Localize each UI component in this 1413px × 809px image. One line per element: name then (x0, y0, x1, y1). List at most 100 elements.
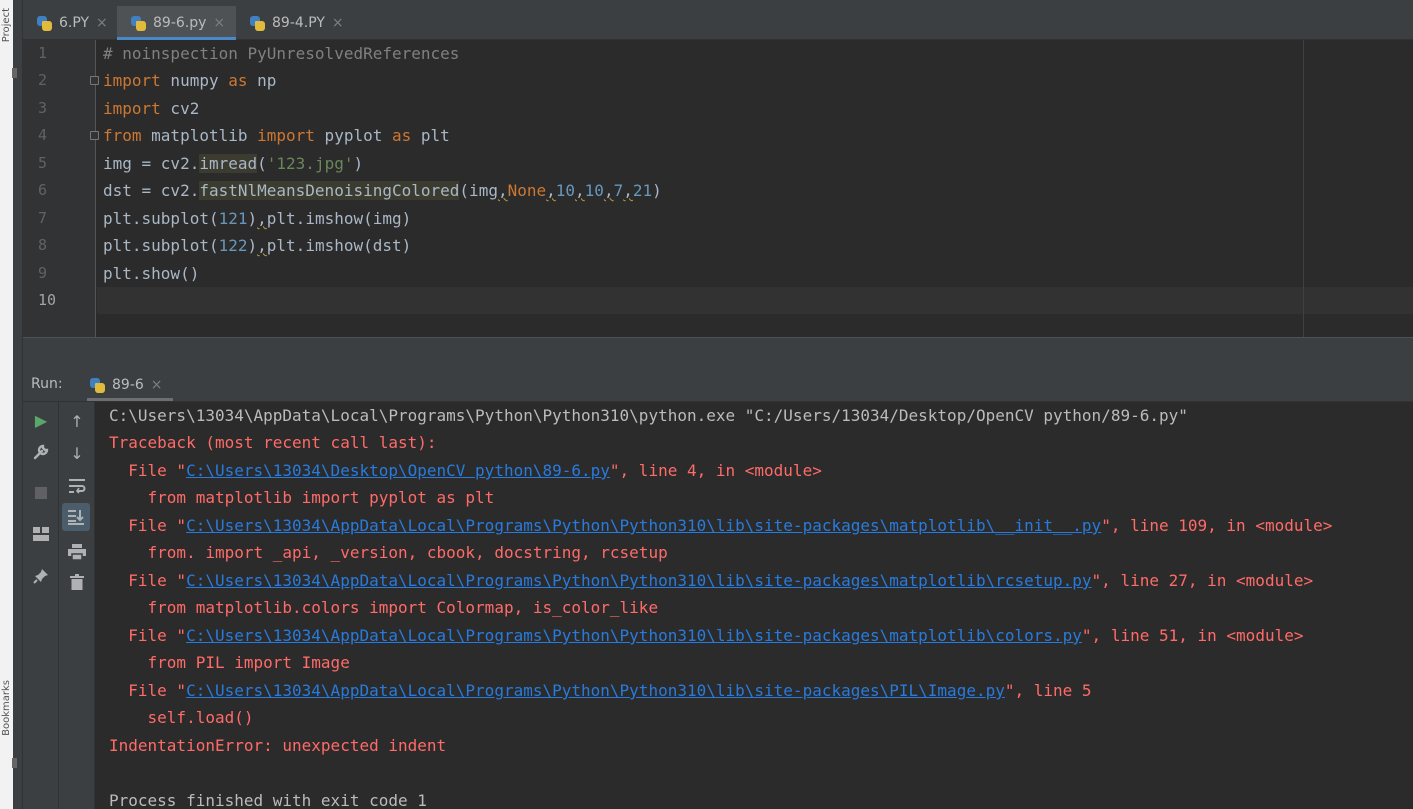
number-literal: 10 (584, 181, 604, 200)
traceback-code: from PIL import Image (109, 653, 350, 672)
run-toolbar-left: ▶ (23, 402, 59, 809)
function-name: fastNlMeansDenoisingColored (199, 181, 460, 200)
run-toolbar-right: ↑ ↓ (59, 402, 95, 809)
file-link[interactable]: C:\Users\13034\AppData\Local\Programs\Py… (186, 681, 1005, 700)
console-command-line: C:\Users\13034\AppData\Local\Programs\Py… (109, 406, 1188, 425)
number-literal: 7 (613, 181, 624, 200)
comma-warning: , (497, 181, 508, 200)
comma-warning: , (257, 236, 267, 255)
line-number: 1 (38, 44, 48, 62)
code-text: img = cv2. (103, 154, 200, 173)
code-text: ) (247, 209, 258, 228)
comma-warning: , (575, 181, 585, 200)
run-tab-89-6[interactable]: 89-6 × (87, 369, 173, 401)
code-line-2: import numpy as np (103, 67, 276, 94)
file-link[interactable]: C:\Users\13034\AppData\Local\Programs\Py… (186, 626, 1082, 645)
scroll-to-end-icon[interactable] (62, 503, 90, 531)
tab-89-4-py[interactable]: 89-4.PY × (236, 6, 356, 40)
print-icon[interactable] (59, 538, 95, 566)
line-number: 4 (38, 126, 48, 144)
frame-location: ", line 27, in <module> (1091, 571, 1314, 590)
code-text: ) (353, 154, 364, 173)
frame-prefix: File " (109, 571, 187, 590)
code-text: plt.subplot( (103, 236, 219, 255)
close-icon[interactable]: × (151, 377, 163, 393)
traceback-code: from matplotlib import pyplot as plt (109, 488, 495, 507)
code-line-6: dst = cv2.fastNlMeansDenoisingColored(im… (103, 177, 662, 204)
play-icon[interactable]: ▶ (23, 406, 59, 434)
code-text: dst = cv2. (103, 181, 200, 200)
tab-label: 6.PY (59, 15, 90, 31)
keyword: as (228, 71, 248, 90)
submodule-name: pyplot (314, 126, 392, 145)
wrench-icon[interactable] (23, 438, 59, 466)
frame-location: ", line 5 (1004, 681, 1092, 700)
soft-wrap-icon[interactable] (59, 472, 95, 500)
number-literal: 10 (555, 181, 576, 200)
line-number: 2 (38, 71, 48, 89)
alias: np (247, 71, 277, 90)
editor-tab-bar: 6.PY × 89-6.py × 89-4.PY × (23, 0, 1413, 40)
code-line-4: from matplotlib import pyplot as plt (103, 122, 450, 149)
traceback-code: self.load() (109, 708, 254, 727)
python-file-icon (130, 15, 147, 32)
code-text: plt.imshow(img) (266, 209, 412, 228)
tab-6-py[interactable]: 6.PY × (23, 6, 117, 40)
tab-89-6-py[interactable]: 89-6.py × (117, 6, 236, 40)
line-number: 6 (38, 181, 48, 199)
comment: # noinspection PyUnresolvedReferences (103, 44, 460, 63)
code-text: (img (459, 181, 498, 200)
number-literal: 121 (218, 209, 248, 228)
keyword: from (103, 126, 142, 145)
left-tool-strip: Project Bookmarks (0, 0, 23, 809)
code-line-8: plt.subplot(122),plt.imshow(dst) (103, 232, 411, 259)
right-margin-guide (1303, 40, 1304, 337)
stop-icon[interactable] (23, 479, 59, 507)
project-tool-window-label[interactable]: Project (1, 8, 12, 42)
code-line-3: import cv2 (103, 95, 199, 122)
run-console-output[interactable]: C:\Users\13034\AppData\Local\Programs\Py… (96, 402, 1413, 809)
number-literal: 21 (632, 181, 653, 200)
code-text: ) (652, 181, 662, 200)
close-icon[interactable]: × (96, 15, 108, 31)
tab-label: 89-6.py (153, 15, 207, 31)
comma-warning: , (603, 181, 614, 200)
code-editor[interactable]: 1 2 3 4 5 6 7 8 9 10 # noinspection PyUn… (23, 40, 1413, 337)
code-text: plt.subplot( (103, 209, 219, 228)
bookmarks-tool-window-mark (12, 758, 17, 768)
editor-bottom-area (23, 337, 1413, 369)
run-label: Run: (31, 376, 63, 392)
module-name: numpy (160, 71, 229, 90)
function-name: imread (199, 154, 258, 173)
traceback-frame: File "C:\Users\13034\AppData\Local\Progr… (109, 677, 1092, 704)
fold-marker-icon[interactable] (90, 131, 99, 140)
keyword: import (103, 71, 161, 90)
code-line-7: plt.subplot(121),plt.imshow(img) (103, 205, 411, 232)
bookmarks-tool-window-label[interactable]: Bookmarks (1, 680, 12, 736)
pin-icon[interactable] (23, 562, 59, 590)
frame-location: ", line 109, in <module> (1101, 516, 1333, 535)
code-line-1: # noinspection PyUnresolvedReferences (103, 40, 459, 67)
fold-marker-icon[interactable] (90, 76, 99, 85)
keyword: as (391, 126, 412, 145)
alias: plt (411, 126, 450, 145)
close-icon[interactable]: × (332, 15, 344, 31)
layout-icon[interactable] (23, 520, 59, 548)
python-file-icon (89, 377, 106, 394)
close-icon[interactable]: × (213, 15, 225, 31)
line-number: 9 (38, 264, 48, 282)
file-link[interactable]: C:\Users\13034\AppData\Local\Programs\Py… (186, 571, 1091, 590)
frame-prefix: File " (109, 681, 187, 700)
file-link[interactable]: C:\Users\13034\Desktop\OpenCV python\89-… (186, 461, 610, 480)
run-tab-label: 89-6 (112, 377, 144, 393)
code-text: ) (247, 236, 258, 255)
python-file-icon (249, 15, 266, 32)
line-number: 7 (38, 209, 48, 227)
error-message: IndentationError: unexpected indent (109, 736, 447, 755)
trash-icon[interactable] (59, 568, 95, 596)
arrow-up-icon[interactable]: ↑ (59, 407, 95, 435)
code-line-9: plt.show() (103, 260, 199, 287)
file-link[interactable]: C:\Users\13034\AppData\Local\Programs\Py… (186, 516, 1101, 535)
comma-warning: , (546, 181, 556, 200)
arrow-down-icon[interactable]: ↓ (59, 439, 95, 467)
